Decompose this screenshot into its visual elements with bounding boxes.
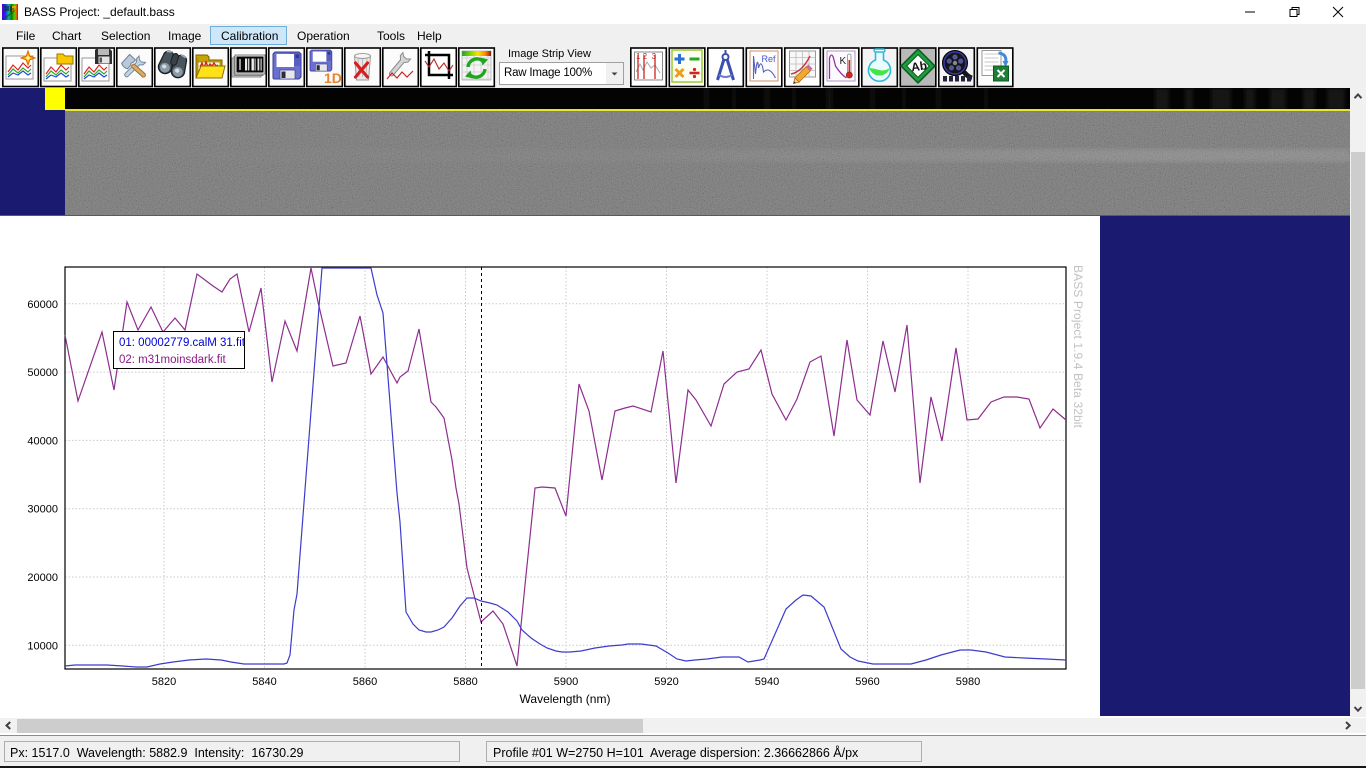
svg-text:20000: 20000 <box>27 572 58 584</box>
svg-text:1 2 3: 1 2 3 <box>636 52 657 61</box>
svg-text:5820: 5820 <box>152 676 176 688</box>
svg-text:10000: 10000 <box>27 640 58 652</box>
svg-text:5940: 5940 <box>755 676 779 688</box>
svg-text:5880: 5880 <box>453 676 477 688</box>
svg-text:BASS Project 1.9.4 Beta 32bit: BASS Project 1.9.4 Beta 32bit <box>1071 265 1085 429</box>
svg-text:5960: 5960 <box>855 676 879 688</box>
svg-text:01: 00002779.calM 31.fit: 01: 00002779.calM 31.fit <box>119 337 246 349</box>
svg-text:5920: 5920 <box>654 676 678 688</box>
svg-text:1D: 1D <box>324 70 342 86</box>
svg-text:Ab: Ab <box>910 58 928 74</box>
svg-text:5860: 5860 <box>353 676 377 688</box>
svg-text:50000: 50000 <box>27 367 58 379</box>
svg-text:02: m31moinsdark.fit: 02: m31moinsdark.fit <box>119 354 227 366</box>
svg-text:30000: 30000 <box>27 504 58 516</box>
svg-text:60000: 60000 <box>27 299 58 311</box>
svg-text:40000: 40000 <box>27 435 58 447</box>
svg-text:5900: 5900 <box>554 676 578 688</box>
svg-text:K: K <box>840 56 847 67</box>
svg-text:5840: 5840 <box>252 676 276 688</box>
svg-text:5980: 5980 <box>956 676 980 688</box>
svg-text:Wavelength (nm): Wavelength (nm) <box>520 692 611 706</box>
svg-text:Ref: Ref <box>762 54 777 64</box>
